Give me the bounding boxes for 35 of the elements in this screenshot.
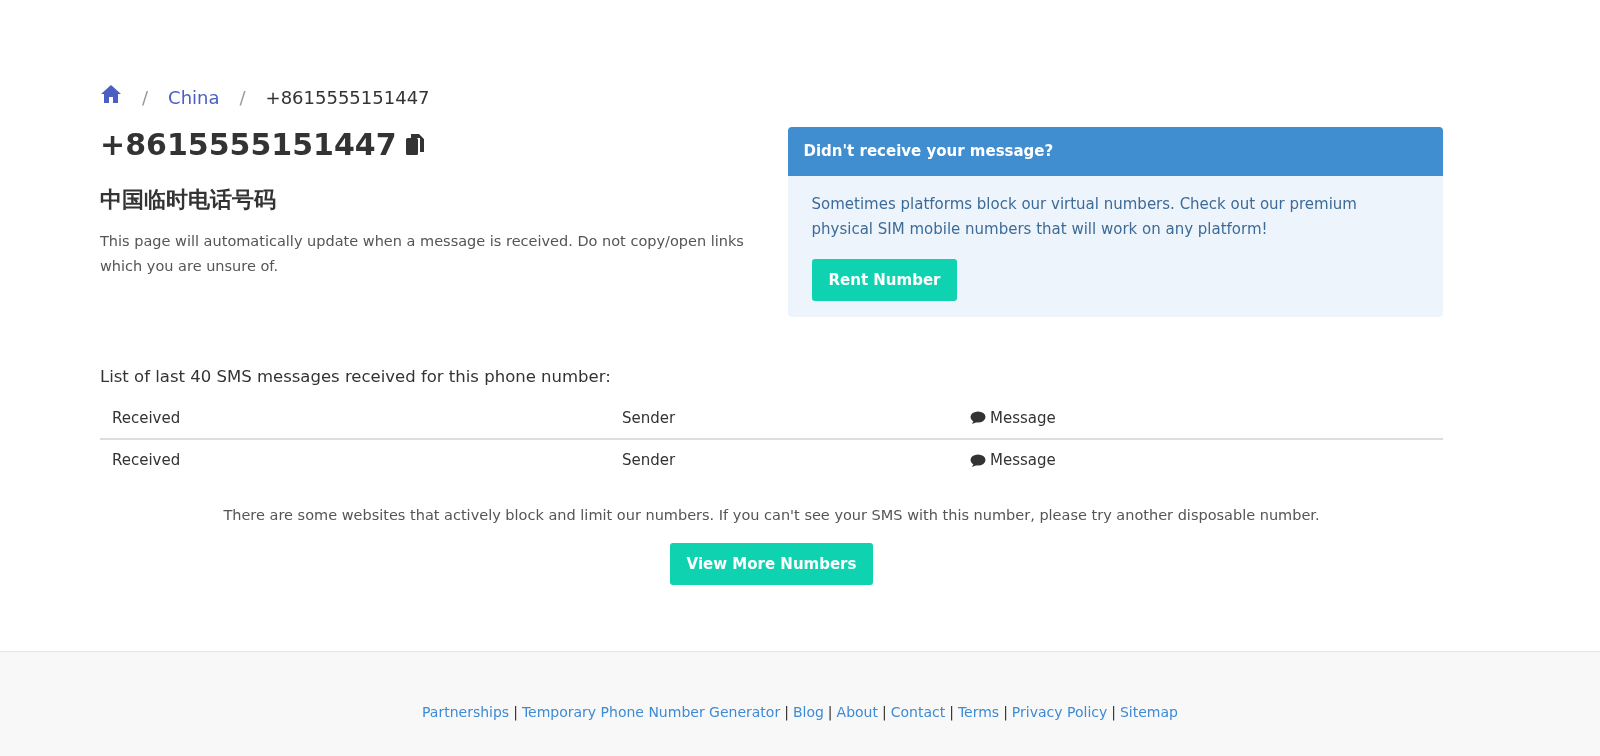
footer-link[interactable]: Terms [957,704,1000,720]
view-more-numbers-button[interactable]: View More Numbers [669,542,874,585]
footer-separator: | [513,704,518,720]
column-header: Sender [622,407,677,429]
footer-link[interactable]: Sitemap [1120,704,1178,720]
intro-text: This page will automatically update when a message is received. Do not copy/open links which you are unsure of. [100,232,745,277]
column-header: Message [990,407,1056,429]
phone-number: +8615555151447 [100,127,397,163]
footer-separator: | [949,704,954,720]
page-subtitle: 中国临时电话号码 [100,187,277,214]
footer-link[interactable]: About [836,704,878,720]
list-heading: List of last 40 SMS messages received for this phone number: [100,366,612,388]
notice-title: Didn't receive your message? [787,127,1443,176]
footer-separator: | [882,704,887,720]
footer-separator: | [827,704,833,720]
column-header: Message [990,450,1056,472]
footer-link[interactable]: Contact [890,704,946,720]
footer-separator: | [1003,704,1008,720]
footer-separator: | [1111,704,1116,720]
breadcrumb-separator: / [142,86,149,110]
copy-icon[interactable] [404,133,425,157]
footer-link[interactable]: Privacy Policy [1011,704,1108,720]
column-header: Received [112,450,182,472]
breadcrumb-current: +8615555151447 [265,86,430,110]
breadcrumb-separator: / [239,86,246,110]
footer-separator: | [784,704,789,720]
column-header: Received [112,407,182,429]
breadcrumb-link[interactable]: China [168,84,220,111]
notice-text: Sometimes platforms block our virtual numbers. Check out our premium physical SIM mobile numbers that will work on any platform! [811,193,1358,240]
footer-link[interactable]: Blog [792,704,824,720]
footer-link[interactable]: Partnerships [422,704,510,720]
column-header: Sender [622,450,677,472]
blocking-note: There are some websites that actively block and limit our numbers. If you can't see your SMS with this number, please try another disposable number. [222,505,1321,525]
footer-link[interactable]: Temporary Phone Number Generator [521,704,781,720]
rent-number-button[interactable]: Rent Number [811,258,958,301]
